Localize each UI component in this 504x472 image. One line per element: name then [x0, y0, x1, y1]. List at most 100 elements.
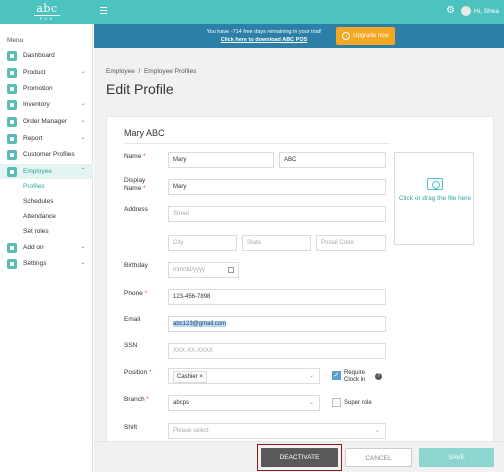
sidebar-subitem-profiles[interactable]: Profiles [23, 179, 45, 194]
position-select[interactable]: Cashier × ⌄ [168, 368, 320, 384]
sidebar-item-inventory[interactable]: Inventory ⌄ [0, 97, 93, 112]
birthday-input[interactable]: mm/dd/yyyy [168, 262, 239, 278]
sidebar-item-label: Dashboard [23, 52, 55, 59]
page-title: Edit Profile [106, 81, 174, 97]
trial-banner: You have -714 free days remaining in you… [94, 24, 504, 48]
birthday-label: Birthday [124, 262, 148, 269]
upgrade-label: Upgrade now [353, 33, 389, 39]
chevron-down-icon: ⌄ [80, 135, 86, 141]
chevron-down-icon: ⌄ [80, 118, 86, 124]
sidebar-item-label: Order Manager [23, 118, 68, 125]
app-logo[interactable]: abc POS [34, 3, 60, 21]
city-input[interactable]: City [168, 235, 237, 251]
postal-code-input[interactable]: Postal Code [316, 235, 386, 251]
last-name-input[interactable]: ABC [279, 152, 386, 168]
deactivate-button[interactable]: DEACTIVATE [261, 448, 338, 467]
chevron-up-icon: ⌃ [80, 168, 86, 174]
phone-label: Phone * [124, 290, 148, 297]
sidebar-item-label: Add on [23, 244, 44, 251]
product-icon [7, 67, 17, 78]
position-label: Position * [124, 369, 152, 376]
branch-select[interactable]: abcps ⌄ [168, 395, 320, 411]
top-bar: abc POS ⚙ Hi, Shea [0, 0, 504, 24]
upgrade-icon: ↑ [342, 32, 351, 40]
dashboard-icon [7, 50, 17, 61]
menu-title: Menu [7, 37, 24, 44]
sidebar-item-label: Settings [23, 260, 47, 267]
breadcrumb-separator: / [138, 68, 141, 75]
trial-text: You have -714 free days remaining in you… [206, 29, 322, 35]
sidebar-item-settings[interactable]: Settings ⌄ [0, 256, 93, 271]
remove-tag-icon[interactable]: × [199, 374, 203, 380]
add-on-icon [7, 242, 17, 253]
sidebar-item-label: Product [23, 69, 46, 76]
email-label: Email [124, 316, 141, 323]
card-title: Mary ABC [124, 128, 165, 138]
ssn-input[interactable]: XXX-XX-XXXX [168, 343, 386, 359]
hamburger-menu-icon[interactable] [100, 7, 107, 16]
super-role-label: Super role [344, 400, 372, 406]
report-icon [7, 133, 17, 144]
main-content: You have -714 free days remaining in you… [94, 24, 504, 472]
chevron-down-icon: ⌄ [308, 400, 314, 406]
cancel-button[interactable]: CANCEL [345, 448, 412, 467]
sidebar-subitem-set-roles[interactable]: Set roles [23, 224, 49, 239]
state-input[interactable]: State [242, 235, 311, 251]
sidebar: Menu Dashboard Product ⌄ Promotion Inven… [0, 24, 93, 472]
name-label: Name * [124, 153, 146, 160]
profile-form-card: Mary ABC Name * Mary ABC Display Name * M… [106, 116, 494, 472]
sidebar-subitem-attendance[interactable]: Attendance [23, 209, 56, 224]
display-name-label: Display Name * [124, 177, 146, 192]
upgrade-button[interactable]: ↑ Upgrade now [336, 27, 395, 45]
footer-action-bar: DEACTIVATE CANCEL SAVE [94, 441, 504, 472]
require-clockin-label: Require Clock in [344, 370, 366, 383]
upload-text: Click or drag the file here [398, 195, 472, 202]
download-link[interactable]: Click here to download ABC POS [194, 36, 334, 44]
sidebar-item-add-on[interactable]: Add on ⌄ [0, 240, 93, 255]
breadcrumb: Employee / Employee Profiles [106, 68, 196, 75]
sidebar-item-order-manager[interactable]: Order Manager ⌄ [0, 114, 93, 129]
display-name-input[interactable]: Mary [168, 179, 386, 195]
email-input[interactable]: abc123@gmail.com [168, 316, 386, 332]
shift-label: Shift [124, 424, 138, 431]
trial-message: You have -714 free days remaining in you… [194, 28, 334, 44]
employee-icon [7, 166, 17, 177]
street-input[interactable]: Street [168, 206, 386, 222]
sidebar-item-promotion[interactable]: Promotion [0, 81, 93, 96]
inventory-icon [7, 99, 17, 110]
divider [124, 143, 390, 144]
branch-label: Branch * [124, 396, 149, 403]
user-greeting[interactable]: Hi, Shea [474, 7, 499, 17]
sidebar-item-customer-profiles[interactable]: Customer Profiles [0, 147, 93, 162]
customer-profiles-icon [7, 149, 17, 160]
sidebar-item-product[interactable]: Product ⌄ [0, 65, 93, 80]
first-name-input[interactable]: Mary [168, 152, 274, 168]
sidebar-item-label: Inventory [23, 101, 50, 108]
position-tag: Cashier × [173, 371, 207, 383]
sidebar-item-dashboard[interactable]: Dashboard [0, 48, 93, 63]
sidebar-item-report[interactable]: Report ⌄ [0, 131, 93, 146]
save-button[interactable]: SAVE [419, 448, 494, 467]
info-icon[interactable]: ? [375, 373, 382, 380]
chevron-down-icon: ⌄ [80, 260, 86, 266]
breadcrumb-root[interactable]: Employee [106, 68, 135, 75]
photo-upload-area[interactable]: Click or drag the file here [394, 152, 474, 245]
address-label: Address [124, 206, 148, 213]
settings-icon [7, 258, 17, 269]
sidebar-item-label: Report [23, 135, 43, 142]
sidebar-item-label: Promotion [23, 85, 53, 92]
sidebar-item-employee[interactable]: Employee ⌃ [0, 164, 93, 179]
order-manager-icon [7, 116, 17, 127]
phone-input[interactable]: 123-456-7898 [168, 289, 386, 305]
sidebar-item-label: Employee [23, 168, 52, 175]
calendar-icon[interactable] [228, 267, 234, 273]
require-clockin-checkbox[interactable]: ✓ [332, 371, 341, 380]
sidebar-subitem-schedules[interactable]: Schedules [23, 194, 53, 209]
chevron-down-icon: ⌄ [374, 428, 380, 434]
avatar[interactable] [461, 6, 471, 16]
shift-select[interactable]: Please select ⌄ [168, 423, 386, 439]
gear-icon[interactable]: ⚙ [446, 6, 456, 16]
super-role-checkbox[interactable] [332, 398, 341, 407]
ssn-label: SSN [124, 342, 138, 349]
camera-icon [427, 178, 443, 190]
